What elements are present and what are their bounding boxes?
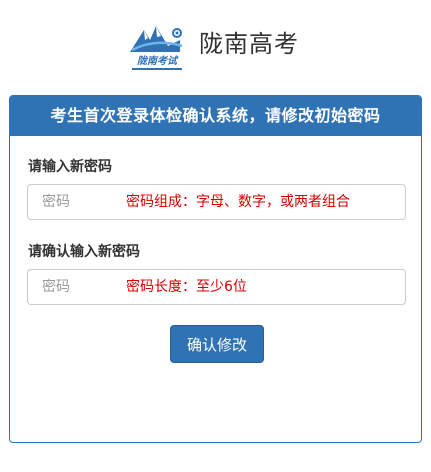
mountain-logo-icon: 陇南考试 — [128, 16, 186, 74]
password-card: 考生首次登录体检确认系统，请修改初始密码 请输入新密码 密码组成：字母、数字，或… — [9, 95, 422, 443]
card-title: 考生首次登录体检确认系统，请修改初始密码 — [10, 96, 421, 136]
new-password-input[interactable] — [28, 185, 405, 219]
confirm-change-button[interactable]: 确认修改 — [170, 325, 264, 363]
new-password-label: 请输入新密码 — [28, 159, 112, 175]
confirm-password-field-box: 密码长度：至少6位 — [27, 269, 406, 305]
site-title: 陇南高考 — [199, 30, 299, 58]
new-password-field-box: 密码组成：字母、数字，或两者组合 — [27, 184, 406, 220]
header: 陇南考试 陇南高考 — [0, 0, 431, 88]
logo-text: 陇南考试 — [137, 55, 179, 67]
confirm-password-label: 请确认输入新密码 — [28, 244, 140, 260]
confirm-password-input[interactable] — [28, 270, 405, 304]
